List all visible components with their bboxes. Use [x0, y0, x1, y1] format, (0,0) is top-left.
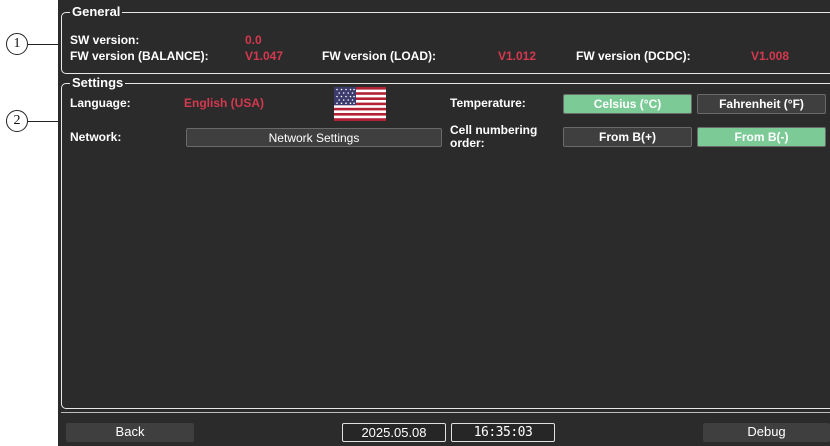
time-display: 16:35:03	[451, 423, 555, 442]
fw-load-label: FW version (LOAD):	[322, 49, 436, 63]
settings-screen: General SW version: 0.0 FW version (BALA…	[58, 0, 830, 446]
language-label: Language:	[70, 96, 131, 110]
fw-balance-label: FW version (BALANCE):	[70, 49, 209, 63]
general-legend: General	[72, 4, 121, 19]
network-label: Network:	[70, 130, 122, 144]
cell-numbering-label: Cell numbering order:	[450, 123, 538, 150]
callout-1: 1	[6, 33, 28, 55]
fw-dcdc-value: V1.008	[751, 49, 790, 63]
sw-version-label: SW version:	[70, 33, 140, 47]
fw-balance-value: V1.047	[245, 49, 284, 63]
footer-divider	[61, 412, 830, 413]
settings-legend: Settings	[72, 75, 124, 90]
celsius-button[interactable]: Celsius (°C)	[563, 94, 692, 114]
fahrenheit-button[interactable]: Fahrenheit (°F)	[697, 94, 826, 114]
us-flag-icon[interactable]	[334, 87, 386, 121]
fw-load-value: V1.012	[498, 49, 537, 63]
temperature-label: Temperature:	[450, 96, 526, 110]
back-button[interactable]: Back	[66, 423, 194, 442]
network-settings-button[interactable]: Network Settings	[186, 128, 442, 147]
general-group: General	[61, 4, 830, 74]
from-b-plus-button[interactable]: From B(+)	[563, 127, 692, 147]
sw-version-value: 0.0	[245, 33, 262, 47]
debug-button[interactable]: Debug	[703, 423, 830, 442]
from-b-minus-button[interactable]: From B(-)	[697, 127, 826, 147]
callout-2: 2	[6, 110, 28, 132]
date-display: 2025.05.08	[342, 423, 446, 442]
fw-dcdc-label: FW version (DCDC):	[576, 49, 691, 63]
language-value[interactable]: English (USA)	[184, 97, 264, 110]
